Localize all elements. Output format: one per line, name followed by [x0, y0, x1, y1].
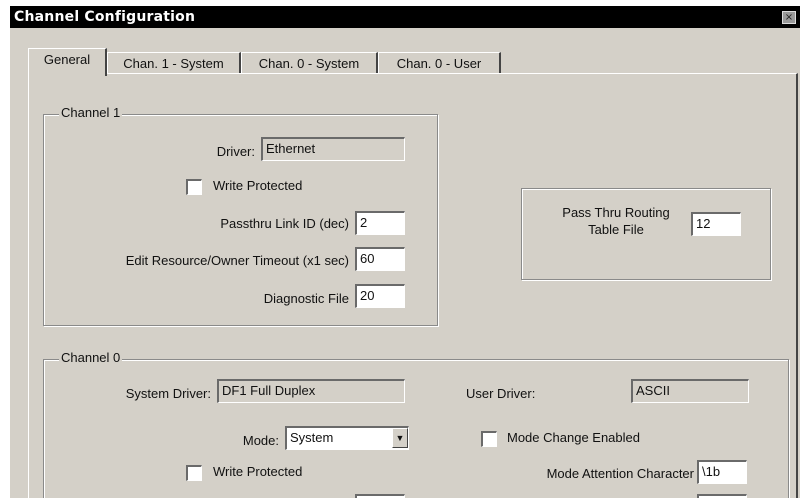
user-driver-field: ASCII [631, 379, 749, 403]
edit-resource-timeout-label: Edit Resource/Owner Timeout (x1 sec) [125, 253, 349, 268]
channel0-group-label: Channel 0 [59, 350, 123, 365]
driver-field: Ethernet [261, 137, 405, 161]
chevron-down-icon[interactable]: ▼ [392, 428, 408, 448]
passthru-routing-label-line1: Pass Thru Routing [562, 205, 670, 220]
passthru-routing-table-input[interactable]: 12 [691, 212, 741, 236]
edit-resource-timeout-input[interactable]: 60 [355, 247, 405, 271]
channel0-partial-field-left[interactable] [355, 494, 405, 498]
mode-attention-character-input[interactable]: \1b [697, 460, 747, 484]
mode-change-enabled-checkbox[interactable] [481, 431, 497, 447]
tab-chan0-system[interactable]: Chan. 0 - System [241, 52, 378, 73]
diagnostic-file-label: Diagnostic File [263, 291, 349, 306]
mode-select[interactable]: System ▼ [285, 426, 409, 450]
diagnostic-file-input[interactable]: 20 [355, 284, 405, 308]
mode-change-enabled-label: Mode Change Enabled [507, 430, 640, 445]
system-driver-field: DF1 Full Duplex [217, 379, 405, 403]
mode-attention-character-label: Mode Attention Character [546, 466, 694, 481]
channel0-partial-field-right[interactable] [697, 494, 747, 498]
title-bar[interactable]: Channel Configuration × [10, 6, 800, 28]
passthru-link-id-input[interactable]: 2 [355, 211, 405, 235]
general-tab-panel: Channel 1 Driver: Ethernet Write Protect… [28, 73, 798, 498]
write-protected-label-ch1: Write Protected [213, 178, 303, 193]
passthru-routing-label-line2: Table File [588, 222, 644, 237]
write-protected-checkbox-ch0[interactable] [186, 465, 202, 481]
write-protected-checkbox-ch1[interactable] [186, 179, 202, 195]
channel-configuration-dialog: Channel Configuration × General Chan. 1 … [10, 6, 800, 498]
channel1-group-label: Channel 1 [59, 105, 123, 120]
tab-general[interactable]: General [28, 48, 107, 76]
passthru-link-id-label: Passthru Link ID (dec) [220, 216, 349, 231]
user-driver-label: User Driver: [466, 386, 536, 401]
window-title: Channel Configuration [14, 9, 196, 25]
tab-chan0-user[interactable]: Chan. 0 - User [378, 52, 501, 73]
mode-label: Mode: [242, 433, 279, 448]
tab-chan1-system[interactable]: Chan. 1 - System [107, 52, 241, 73]
driver-label: Driver: [216, 144, 255, 159]
mode-select-value: System [290, 430, 334, 445]
close-icon[interactable]: × [782, 11, 796, 24]
write-protected-label-ch0: Write Protected [213, 464, 303, 479]
system-driver-label: System Driver: [125, 386, 211, 401]
